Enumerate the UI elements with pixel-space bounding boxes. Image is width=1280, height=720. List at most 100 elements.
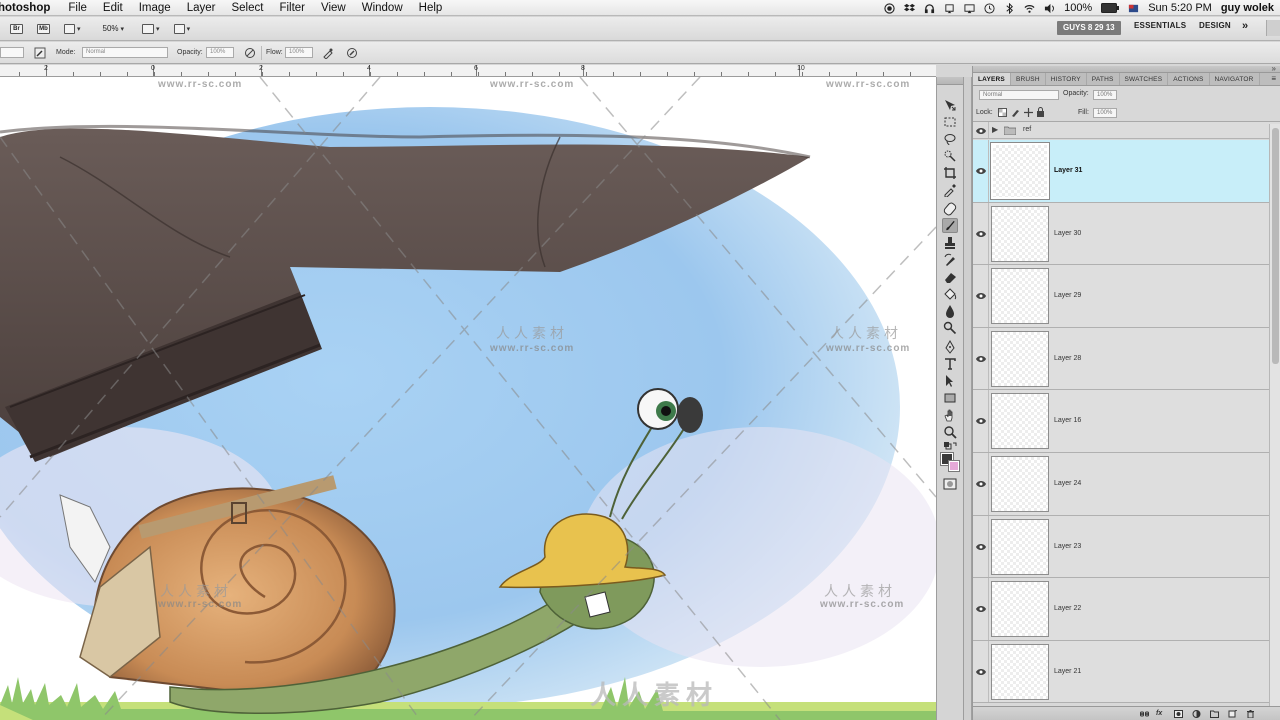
layers-scrollbar[interactable] — [1269, 124, 1280, 706]
menu-edit[interactable]: Edit — [95, 2, 131, 14]
search-field[interactable] — [1266, 20, 1280, 36]
eye-icon[interactable] — [976, 605, 986, 613]
eye-icon[interactable] — [976, 167, 986, 175]
workspace-badge[interactable]: GUYS 8 29 13 — [1057, 21, 1121, 35]
essentials-workspace[interactable]: ESSENTIALS — [1134, 21, 1186, 30]
zoom-tool-icon[interactable] — [943, 425, 957, 439]
bluetooth-icon[interactable] — [1004, 2, 1015, 14]
expand-arrow-icon[interactable]: ▶ — [992, 125, 998, 134]
volume-icon[interactable] — [1044, 3, 1055, 14]
history-brush-tool-icon[interactable] — [943, 253, 957, 267]
menu-select[interactable]: Select — [223, 2, 271, 14]
healing-brush-tool-icon[interactable] — [943, 202, 957, 216]
clone-stamp-tool-icon[interactable] — [943, 236, 957, 250]
layer-row[interactable]: Layer 21 — [973, 640, 1269, 704]
flag-icon[interactable] — [1128, 3, 1139, 14]
blur-tool-icon[interactable] — [943, 304, 957, 318]
menu-file[interactable]: File — [60, 2, 95, 14]
panel-grip[interactable]: » — [973, 64, 1280, 73]
more-workspaces-button[interactable]: » — [1242, 20, 1248, 32]
crop-tool-icon[interactable] — [943, 166, 957, 180]
airbrush-icon[interactable] — [322, 47, 334, 59]
dodge-tool-icon[interactable] — [943, 321, 957, 335]
menu-layer[interactable]: Layer — [179, 2, 224, 14]
quick-mask-icon[interactable] — [943, 477, 957, 491]
layer-row[interactable]: Layer 23 — [973, 515, 1269, 579]
quick-select-tool-icon[interactable] — [943, 149, 957, 163]
layer-opacity-field[interactable]: 100% — [1093, 90, 1117, 100]
menu-help[interactable]: Help — [411, 2, 451, 14]
hand-tool-icon[interactable] — [943, 408, 957, 422]
layer-row[interactable]: Layer 28 — [973, 327, 1269, 391]
extras-dropdown[interactable]: ▾ — [60, 21, 85, 37]
eraser-tool-icon[interactable] — [943, 270, 957, 284]
collapse-icon[interactable]: » — [1272, 64, 1276, 73]
clock[interactable]: Sun 5:20 PM — [1148, 2, 1212, 14]
layer-row[interactable]: Layer 22 — [973, 578, 1269, 641]
menu-filter[interactable]: Filter — [271, 2, 313, 14]
eye-icon[interactable] — [976, 292, 986, 300]
eyedropper-tool-icon[interactable] — [943, 183, 957, 197]
panel-menu-icon[interactable]: ≡ — [1271, 74, 1276, 83]
document-canvas[interactable]: 人人素材 www.rr-sc.com 人人素材 www.rr-sc.com 人人… — [0, 77, 936, 720]
tab-actions[interactable]: ACTIONS — [1168, 73, 1210, 85]
headphones-icon[interactable] — [924, 3, 935, 14]
blend-mode-select[interactable]: Normal — [979, 90, 1059, 100]
layer-group-row[interactable]: ▶ ref — [973, 122, 1280, 139]
layer-style-icon[interactable]: fx — [1156, 710, 1165, 718]
pressure-size-icon[interactable] — [346, 47, 358, 59]
path-select-tool-icon[interactable] — [943, 374, 957, 388]
lock-pixels-icon[interactable] — [1011, 108, 1020, 117]
pressure-opacity-icon[interactable] — [244, 47, 256, 59]
shape-tool-icon[interactable] — [943, 391, 957, 405]
eye-icon[interactable] — [976, 230, 986, 238]
lock-transparent-icon[interactable] — [998, 108, 1007, 117]
paint-bucket-tool-icon[interactable] — [943, 287, 957, 301]
dropbox-icon[interactable] — [904, 3, 916, 14]
lock-all-icon[interactable] — [1036, 107, 1045, 117]
tools-grip[interactable] — [937, 77, 963, 85]
tab-swatches[interactable]: SWATCHES — [1120, 73, 1169, 85]
fill-field[interactable]: 100% — [1093, 108, 1117, 118]
opacity-field[interactable]: 100% — [206, 47, 234, 58]
eye-icon[interactable] — [976, 480, 986, 488]
time-machine-icon[interactable] — [984, 2, 995, 14]
zoom-dropdown[interactable]: 50% ▾ — [99, 21, 129, 37]
flow-field[interactable]: 100% — [285, 47, 313, 58]
menu-image[interactable]: Image — [131, 2, 179, 14]
pen-tool-icon[interactable] — [943, 340, 957, 354]
menu-view[interactable]: View — [313, 2, 354, 14]
layer-row[interactable]: Layer 29 — [973, 265, 1269, 328]
adjustment-layer-icon[interactable] — [1192, 710, 1201, 718]
design-workspace[interactable]: DESIGN — [1199, 21, 1231, 30]
arrange-dropdown[interactable]: ▾ — [138, 21, 164, 37]
tab-paths[interactable]: PATHS — [1087, 73, 1120, 85]
tab-layers[interactable]: LAYERS — [973, 73, 1011, 85]
scrollbar-thumb[interactable] — [1272, 128, 1279, 364]
layer-row[interactable]: Layer 16 — [973, 390, 1269, 453]
brush-panel-toggle-icon[interactable] — [34, 47, 46, 59]
menu-window[interactable]: Window — [354, 2, 411, 14]
add-mask-icon[interactable] — [1174, 710, 1183, 718]
new-group-icon[interactable] — [1210, 710, 1219, 718]
layer-row[interactable]: Layer 30 — [973, 202, 1269, 266]
brush-tool-active[interactable] — [942, 218, 958, 233]
mode-select[interactable]: Normal — [82, 47, 168, 58]
eye-icon[interactable] — [976, 417, 986, 425]
tab-history[interactable]: HISTORY — [1046, 73, 1087, 85]
minibridge-button[interactable]: Mb — [33, 21, 54, 37]
background-color-swatch[interactable] — [948, 460, 960, 472]
lasso-tool-icon[interactable] — [943, 132, 957, 146]
eye-icon[interactable] — [976, 355, 986, 363]
bridge-button[interactable]: Br — [6, 21, 27, 37]
script-icon[interactable] — [944, 3, 955, 14]
eye-icon[interactable] — [976, 127, 986, 135]
trash-icon[interactable] — [1246, 710, 1255, 718]
airplay-icon[interactable] — [964, 3, 975, 14]
screen-mode-dropdown[interactable]: ▾ — [170, 21, 195, 37]
default-colors-icon[interactable] — [943, 441, 957, 451]
marquee-tool-icon[interactable] — [943, 115, 957, 129]
layer-row[interactable]: Layer 31 — [973, 140, 1269, 203]
lock-position-icon[interactable] — [1024, 108, 1033, 117]
brush-size-picker[interactable] — [0, 47, 24, 58]
